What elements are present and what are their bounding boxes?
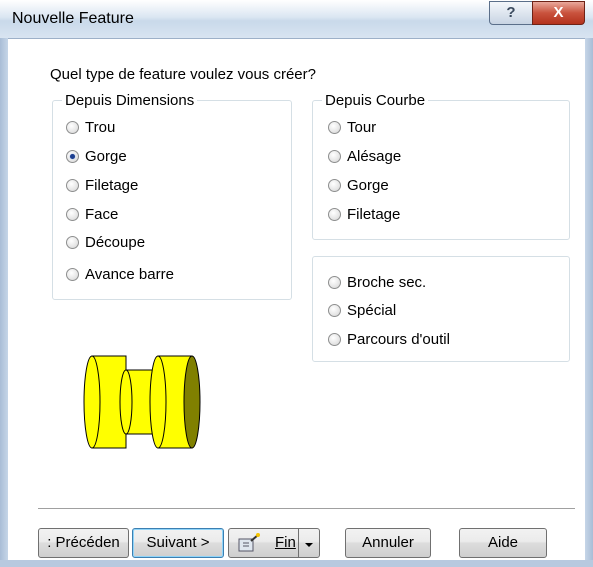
radio-label: Alésage (347, 148, 402, 165)
window-title: Nouvelle Feature (12, 10, 134, 27)
radio-gorge-dimensions[interactable]: Gorge (66, 148, 127, 165)
radio-gorge-courbe[interactable]: Gorge (328, 177, 389, 194)
radio-label: Gorge (85, 148, 127, 165)
radio-button[interactable] (66, 208, 79, 221)
radio-button[interactable] (328, 276, 341, 289)
radio-decoupe[interactable]: Découpe (66, 234, 145, 251)
dialog-window: Nouvelle Feature ? X Quel type de featur… (0, 0, 593, 567)
radio-label: Face (85, 206, 119, 223)
window-frame-right (585, 38, 593, 567)
radio-label: Gorge (347, 177, 389, 194)
radio-filetage-courbe[interactable]: Filetage (328, 206, 400, 223)
radio-button[interactable] (328, 179, 341, 192)
radio-tour[interactable]: Tour (328, 119, 376, 136)
prompt-text: Quel type de feature voulez vous créer? (50, 66, 316, 83)
group-legend-dimensions: Depuis Dimensions (62, 92, 198, 109)
radio-label: Broche sec. (347, 274, 427, 291)
radio-button[interactable] (328, 333, 341, 346)
radio-label: Trou (85, 119, 116, 136)
radio-button[interactable] (66, 179, 79, 192)
window-frame-bottom (0, 560, 593, 567)
title-bar[interactable]: Nouvelle Feature ? X (0, 0, 593, 39)
close-icon: X (553, 4, 564, 21)
chevron-down-icon (305, 543, 313, 547)
finish-dropdown[interactable] (298, 529, 319, 557)
button-separator (38, 508, 575, 510)
radio-label: Filetage (85, 177, 139, 194)
cancel-button-label: Annuler (362, 534, 414, 551)
group-legend-courbe: Depuis Courbe (322, 92, 429, 109)
radio-button[interactable] (66, 121, 79, 134)
cancel-button[interactable]: Annuler (345, 528, 431, 558)
radio-button[interactable] (66, 150, 79, 163)
next-button[interactable]: Suivant > (132, 528, 224, 558)
radio-label: Filetage (347, 206, 401, 223)
radio-button[interactable] (66, 268, 79, 281)
radio-face[interactable]: Face (66, 206, 118, 223)
radio-button[interactable] (328, 150, 341, 163)
radio-avance-barre[interactable]: Avance barre (66, 266, 174, 283)
radio-button[interactable] (66, 236, 79, 249)
radio-button[interactable] (328, 121, 341, 134)
previous-button[interactable]: : Précéden (38, 528, 129, 558)
radio-parcours-outil[interactable]: Parcours d'outil (328, 331, 450, 348)
finish-wand-icon (238, 533, 260, 552)
window-frame-left (0, 38, 8, 567)
help-button-label: Aide (487, 534, 519, 551)
radio-label: Découpe (85, 234, 146, 251)
finish-button-label: Fin (275, 534, 296, 551)
radio-broche-sec[interactable]: Broche sec. (328, 274, 426, 291)
radio-label: Spécial (347, 302, 397, 319)
radio-button[interactable] (328, 304, 341, 317)
help-button[interactable]: Aide (459, 528, 547, 558)
help-title-button[interactable]: ? (489, 1, 533, 25)
feature-preview-image (83, 355, 201, 449)
radio-alesage[interactable]: Alésage (328, 148, 401, 165)
radio-label: Parcours d'outil (347, 331, 450, 348)
close-title-button[interactable]: X (532, 1, 585, 25)
finish-split-button[interactable]: Fin (228, 528, 320, 558)
radio-filetage-dimensions[interactable]: Filetage (66, 177, 138, 194)
radio-special[interactable]: Spécial (328, 302, 396, 319)
radio-label: Avance barre (85, 266, 174, 283)
question-icon: ? (506, 4, 516, 21)
radio-label: Tour (347, 119, 377, 136)
previous-button-label: : Précéden (47, 534, 120, 551)
next-button-label: Suivant > (146, 534, 210, 551)
radio-button[interactable] (328, 208, 341, 221)
radio-trou[interactable]: Trou (66, 119, 115, 136)
